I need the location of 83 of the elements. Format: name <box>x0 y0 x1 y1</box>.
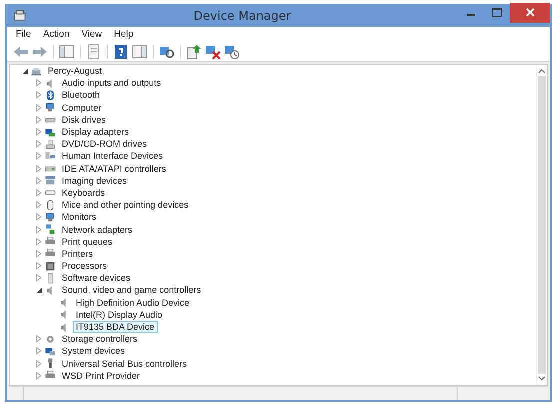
expand-icon[interactable] <box>34 201 44 210</box>
expand-icon[interactable] <box>34 213 44 222</box>
expand-icon[interactable] <box>34 226 44 234</box>
expand-icon[interactable] <box>34 188 44 197</box>
close-button[interactable] <box>510 2 550 22</box>
expand-icon[interactable] <box>34 116 44 124</box>
tree-item[interactable]: DVD/CD-ROM drives <box>59 138 150 150</box>
enable-device-button[interactable] <box>224 44 240 60</box>
printer-icon <box>45 248 56 260</box>
bluetooth-icon <box>45 90 56 101</box>
monitor-icon <box>45 212 56 223</box>
tree-item[interactable]: Sound, video and game controllers <box>59 284 204 296</box>
expand-icon[interactable] <box>34 91 44 100</box>
tree-item[interactable]: Display adapters <box>59 126 132 138</box>
tree-item[interactable]: Keyboards <box>59 186 108 199</box>
expand-icon[interactable] <box>34 152 44 160</box>
computer-icon <box>31 66 42 77</box>
expand-icon[interactable] <box>34 128 44 136</box>
scrollbar[interactable] <box>536 65 547 385</box>
tree-item[interactable]: Mice and other pointing devices <box>59 199 192 212</box>
tree-item[interactable]: Monitors <box>59 211 100 224</box>
system-icon <box>45 346 56 357</box>
tree-item[interactable]: High Definition Audio Device <box>73 296 193 309</box>
expand-icon[interactable] <box>34 238 44 246</box>
tree-item[interactable]: Storage controllers <box>59 333 141 346</box>
close-icon <box>526 8 534 17</box>
network-icon <box>45 224 56 236</box>
tree-item[interactable]: Network adapters <box>59 224 136 236</box>
menu-item[interactable]: Action <box>38 29 75 40</box>
scroll-up-icon[interactable] <box>538 68 546 74</box>
expand-icon[interactable] <box>34 164 44 173</box>
tree-item[interactable]: Disk drives <box>59 114 110 126</box>
uninstall-button[interactable] <box>205 44 221 60</box>
tree-item[interactable]: Software devices <box>59 272 134 284</box>
expand-icon[interactable] <box>34 372 44 380</box>
tree-item[interactable]: Imaging devices <box>59 174 130 187</box>
tree-item[interactable]: IT9135 BDA Device <box>73 321 158 334</box>
expand-icon[interactable] <box>34 104 44 112</box>
help-button[interactable] <box>113 44 129 60</box>
maximize-icon <box>492 8 502 17</box>
device-icon <box>45 150 56 162</box>
expand-icon[interactable] <box>34 140 44 148</box>
gear-icon <box>45 334 56 345</box>
tree-item[interactable]: Computer <box>59 102 105 114</box>
tree-item[interactable]: Universal Serial Bus controllers <box>59 358 190 370</box>
optical-drive-icon <box>45 138 56 150</box>
tree-item[interactable]: Bluetooth <box>59 89 104 102</box>
expand-icon[interactable] <box>34 176 44 185</box>
update-driver-button[interactable] <box>186 44 202 60</box>
tree-item[interactable]: Human Interface Devices <box>59 150 166 162</box>
scroll-down-icon[interactable] <box>538 376 546 382</box>
expand-icon[interactable] <box>34 250 44 258</box>
printer-icon <box>45 370 56 382</box>
expand-icon[interactable] <box>34 79 44 88</box>
properties-button[interactable] <box>86 44 102 60</box>
expand-icon[interactable] <box>34 262 44 270</box>
tree-item[interactable]: Print queues <box>59 236 116 248</box>
tree-item[interactable]: Audio inputs and outputs <box>59 77 164 90</box>
tree-item[interactable]: Printers <box>59 248 96 260</box>
expand-icon[interactable] <box>34 347 44 356</box>
menu-item[interactable]: Help <box>109 29 139 40</box>
tree-item[interactable]: Percy-August <box>45 65 106 78</box>
monitor-icon <box>45 102 56 114</box>
window-title: Device Manager <box>192 8 292 22</box>
chip-icon <box>45 260 56 272</box>
mouse-icon <box>45 200 56 211</box>
app-icon <box>13 8 27 22</box>
tree-item[interactable]: System devices <box>59 345 128 358</box>
tree-item[interactable]: Processors <box>59 260 110 272</box>
action-pane-button[interactable] <box>132 44 148 60</box>
expand-icon[interactable] <box>34 335 44 344</box>
tree-item[interactable]: IDE ATA/ATAPI controllers <box>59 162 170 175</box>
printer-icon <box>45 236 56 248</box>
menu-item[interactable]: View <box>76 29 108 40</box>
scanner-icon <box>45 175 56 186</box>
tree-item[interactable]: WSD Print Provider <box>59 370 144 382</box>
software-icon <box>45 272 56 284</box>
scrollbar-thumb[interactable] <box>538 76 546 374</box>
menu-item[interactable]: File <box>11 29 36 40</box>
display-adapter-icon <box>45 126 56 138</box>
expand-icon[interactable] <box>34 360 44 368</box>
tree-item[interactable]: Intel(R) Display Audio <box>73 308 166 321</box>
console-tree-button[interactable] <box>59 44 75 60</box>
